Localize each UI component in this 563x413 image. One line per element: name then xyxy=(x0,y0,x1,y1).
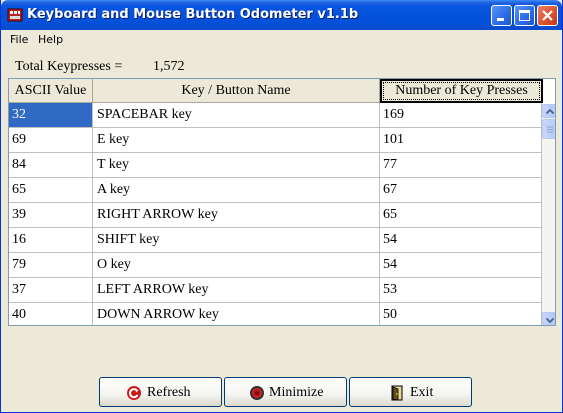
cell-key-presses[interactable]: 54 xyxy=(380,228,542,253)
refresh-label: Refresh xyxy=(147,385,191,400)
table-row[interactable]: 37 LEFT ARROW key 53 xyxy=(9,278,542,303)
maximize-window-button[interactable] xyxy=(514,5,535,26)
cell-key-name[interactable]: SHIFT key xyxy=(93,228,380,253)
cell-key-name[interactable]: A key xyxy=(93,178,380,203)
table-row[interactable]: 39 RIGHT ARROW key 65 xyxy=(9,203,542,228)
menu-file[interactable]: File xyxy=(10,33,28,46)
focus-rectangle xyxy=(383,82,540,100)
minimize-button[interactable]: Minimize xyxy=(224,377,347,407)
grip-icon xyxy=(547,126,553,133)
table-row[interactable]: 32 SPACEBAR key 169 xyxy=(9,103,542,128)
scroll-up-button[interactable] xyxy=(542,104,555,118)
close-icon xyxy=(542,10,553,21)
menu-help[interactable]: Help xyxy=(38,33,63,46)
cell-ascii-value[interactable]: 37 xyxy=(9,278,93,303)
total-keypresses-label: Total Keypresses = xyxy=(15,59,123,74)
cell-ascii-value[interactable]: 79 xyxy=(9,253,93,278)
cell-ascii-value[interactable]: 16 xyxy=(9,228,93,253)
cell-key-name[interactable]: LEFT ARROW key xyxy=(93,278,380,303)
table-row[interactable]: 16 SHIFT key 54 xyxy=(9,228,542,253)
minimize-window-button[interactable] xyxy=(491,5,512,26)
table-row[interactable]: 79 O key 54 xyxy=(9,253,542,278)
cell-key-name[interactable]: RIGHT ARROW key xyxy=(93,203,380,228)
cell-key-name[interactable]: O key xyxy=(93,253,380,278)
cell-ascii-value[interactable]: 65 xyxy=(9,178,93,203)
minimize-label: Minimize xyxy=(269,385,324,400)
cell-key-name[interactable]: DOWN ARROW key xyxy=(93,303,380,325)
table-row[interactable]: 69 E key 101 xyxy=(9,128,542,153)
vertical-scrollbar[interactable] xyxy=(542,104,555,325)
cell-ascii-value[interactable]: 39 xyxy=(9,203,93,228)
minimize-icon xyxy=(497,18,504,21)
cell-ascii-value[interactable]: 32 xyxy=(9,103,93,128)
cell-key-presses[interactable]: 50 xyxy=(380,303,542,325)
table-row[interactable]: 65 A key 67 xyxy=(9,178,542,203)
keyboard-app-icon xyxy=(7,8,23,22)
exit-door-icon xyxy=(391,385,403,401)
maximize-icon xyxy=(519,10,530,21)
total-keypresses-value: 1,572 xyxy=(153,59,185,74)
column-header-ascii-value[interactable]: ASCII Value xyxy=(9,79,93,103)
cell-key-presses[interactable]: 67 xyxy=(380,178,542,203)
column-header-key-name[interactable]: Key / Button Name xyxy=(93,79,380,103)
cell-key-presses[interactable]: 54 xyxy=(380,253,542,278)
record-icon xyxy=(250,386,264,400)
cell-ascii-value[interactable]: 84 xyxy=(9,153,93,178)
scroll-down-button[interactable] xyxy=(542,312,555,325)
app-window: Keyboard and Mouse Button Odometer v1.1b… xyxy=(0,0,563,413)
table-row[interactable]: 40 DOWN ARROW key 50 xyxy=(9,303,542,325)
exit-label: Exit xyxy=(410,385,434,400)
keypress-table: ASCII Value Key / Button Name Number of … xyxy=(8,78,556,326)
close-window-button[interactable] xyxy=(537,5,558,26)
arrow-down-icon xyxy=(545,317,555,324)
cell-key-presses[interactable]: 169 xyxy=(380,103,542,128)
cell-key-name[interactable]: E key xyxy=(93,128,380,153)
scrollbar-thumb[interactable] xyxy=(542,119,555,139)
title-bar[interactable]: Keyboard and Mouse Button Odometer v1.1b xyxy=(1,0,562,30)
table-row[interactable]: 84 T key 77 xyxy=(9,153,542,178)
menu-bar: File Help xyxy=(1,30,562,50)
column-header-label: ASCII Value xyxy=(14,83,87,98)
refresh-icon xyxy=(127,386,141,400)
column-header-key-presses[interactable]: Number of Key Presses xyxy=(380,79,543,103)
cell-ascii-value[interactable]: 69 xyxy=(9,128,93,153)
column-header-label: Key / Button Name xyxy=(181,83,291,98)
refresh-button[interactable]: Refresh xyxy=(99,377,222,407)
arrow-up-icon xyxy=(545,108,555,115)
cell-key-name[interactable]: SPACEBAR key xyxy=(93,103,380,128)
cell-key-presses[interactable]: 65 xyxy=(380,203,542,228)
cell-key-presses[interactable]: 101 xyxy=(380,128,542,153)
cell-key-presses[interactable]: 77 xyxy=(380,153,542,178)
cell-key-presses[interactable]: 53 xyxy=(380,278,542,303)
cell-ascii-value[interactable]: 40 xyxy=(9,303,93,325)
exit-button[interactable]: Exit xyxy=(349,377,472,407)
cell-key-name[interactable]: T key xyxy=(93,153,380,178)
window-title: Keyboard and Mouse Button Odometer v1.1b xyxy=(27,7,359,22)
